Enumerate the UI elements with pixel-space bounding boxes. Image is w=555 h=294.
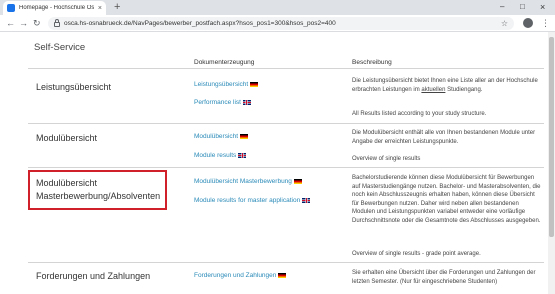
reload-button[interactable]: ↻ [33,17,41,29]
star-icon[interactable]: ☆ [501,17,508,30]
page-scrollbar[interactable] [548,32,555,294]
lock-icon [54,19,60,27]
flag-uk-icon [242,99,251,105]
column-header-documents: Dokumenterzeugung [194,59,255,66]
row-title-forderungen: Forderungen und Zahlungen [36,271,151,281]
tab-close-icon[interactable]: × [98,5,102,12]
menu-icon[interactable]: ⋮ [541,17,550,29]
flag-germany-icon [278,272,287,278]
back-button[interactable]: ← [6,17,15,29]
row-title-line: Masterbewerbung/Absolventen [36,191,161,201]
new-tab-button[interactable]: + [114,1,120,13]
link-masterbewerbung-de[interactable]: Modulübersicht Masterbewerbung [194,178,302,185]
profile-icon[interactable] [523,18,533,28]
maximize-button[interactable]: □ [520,1,525,13]
link-performance-list-en[interactable]: Performance list [194,99,251,106]
aktuellen-link[interactable]: aktuellen [421,87,445,93]
favicon-icon [7,4,15,12]
row-title-line: Modulübersicht [36,178,98,188]
row-description: Die Modulübersicht enthält alle von Ihne… [352,130,536,145]
row-divider [28,262,544,263]
row-description: Bachelorstudierende können diese Modulüb… [352,175,541,224]
flag-germany-icon [240,133,249,139]
row-description-en: All Results listed according to your stu… [352,111,487,117]
browser-tab[interactable]: Homepage - Hochschule Osnab... × [3,1,106,15]
row-description: Die Leistungsübersicht bietet Ihnen eine… [352,77,542,94]
link-label[interactable]: Modulübersicht [194,133,238,140]
link-leistungsuebersicht-de[interactable]: Leistungsübersicht [194,81,259,88]
row-title-master-application: Modulübersicht Masterbewerbung/Absolvent… [36,177,160,203]
flag-germany-icon [293,178,302,184]
browser-tab-bar: Homepage - Hochschule Osnab... × + – □ × [0,0,555,15]
link-label[interactable]: Leistungsübersicht [194,81,248,88]
column-header-description: Beschreibung [352,59,392,66]
forward-button[interactable]: → [19,17,28,29]
flag-uk-icon [302,197,311,203]
address-bar[interactable]: osca.hs-osnabrueck.de/NavPages/bewerber_… [48,17,514,30]
link-moduluebersicht-de[interactable]: Modulübersicht [194,133,249,140]
scrollbar-thumb[interactable] [549,37,554,237]
window-close-button[interactable]: × [540,1,545,13]
header-divider [28,68,544,69]
page-title: Self-Service [34,42,86,53]
minimize-button[interactable]: – [500,1,504,13]
row-title-moduluebersicht: Modulübersicht [36,133,98,143]
browser-toolbar: ← → ↻ osca.hs-osnabrueck.de/NavPages/bew… [0,15,555,32]
page-content: Self-Service Dokumenterzeugung Beschreib… [0,32,555,294]
flag-uk-icon [238,152,247,158]
row-title-leistungsuebersicht: Leistungsübersicht [36,82,112,92]
row-description-en: Overview of single results - grade point… [352,251,481,257]
row-divider [28,167,544,168]
description-text: Die Leistungsübersicht bietet Ihnen eine… [352,78,538,93]
link-forderungen-de[interactable]: Forderungen und Zahlungen [194,272,287,279]
row-description-en: Overview of single results [352,156,421,162]
link-label[interactable]: Module results for master application [194,197,300,204]
link-label[interactable]: Modulübersicht Masterbewerbung [194,178,292,185]
row-description: Sie erhalten eine Übersicht über die For… [352,270,536,285]
link-label[interactable]: Forderungen und Zahlungen [194,272,276,279]
link-module-results-en[interactable]: Module results [194,152,247,159]
tab-title: Homepage - Hochschule Osnab... [19,5,94,11]
link-label[interactable]: Module results [194,152,236,159]
link-master-application-en[interactable]: Module results for master application [194,197,311,204]
description-text: Studiengang. [447,86,483,93]
flag-germany-icon [250,81,259,87]
link-label[interactable]: Performance list [194,99,241,106]
url-text: osca.hs-osnabrueck.de/NavPages/bewerber_… [64,20,336,27]
row-divider [28,123,544,124]
